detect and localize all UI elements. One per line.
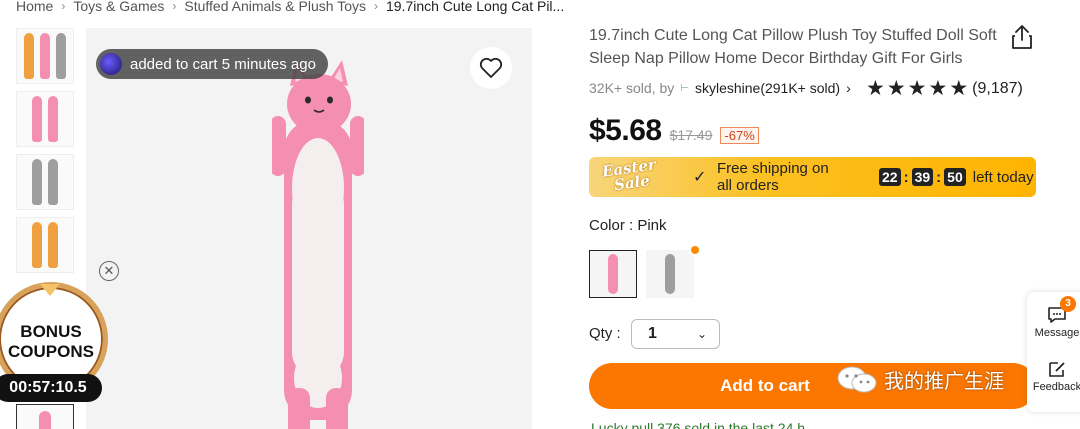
- discount-badge: -67%: [720, 127, 759, 144]
- cat-image: [32, 159, 42, 205]
- pink-cat-pillow-image: [272, 60, 364, 429]
- rating-count: (9,187): [972, 80, 1023, 97]
- chevron-right-icon: ›: [172, 0, 177, 13]
- check-icon: ✓: [693, 169, 707, 186]
- timer-colon: :: [903, 168, 909, 186]
- store-link[interactable]: skyleshine(291K+ sold): [695, 80, 840, 96]
- cat-image: [665, 254, 675, 294]
- share-icon[interactable]: [1010, 24, 1034, 50]
- free-shipping-line-1: Free shipping on: [717, 160, 829, 177]
- cat-image: [48, 96, 58, 142]
- bonus-line-1: BONUS: [20, 322, 82, 341]
- sold-info: 32K+ sold, by ⊢ skyleshine(291K+ sold) ›: [589, 80, 851, 96]
- original-price: $17.49: [669, 127, 713, 143]
- thumbnail-orange[interactable]: [16, 217, 74, 273]
- free-shipping-text: Free shipping on all orders: [717, 160, 847, 194]
- product-page: Home › Toys & Games › Stuffed Animals & …: [0, 0, 1080, 429]
- color-label: Color : Pink: [589, 217, 667, 234]
- qty-label: Qty :: [589, 325, 621, 342]
- qty-value: 1: [648, 325, 657, 342]
- easter-sale-logo: Easter Sale: [601, 157, 659, 194]
- cat-image: [24, 33, 34, 79]
- message-badge: 3: [1060, 296, 1076, 312]
- breadcrumb-current: 19.7inch Cute Long Cat Pil...: [385, 0, 565, 14]
- color-swatch-pink[interactable]: [589, 250, 637, 298]
- star-icon: ★: [886, 77, 906, 100]
- breadcrumb-toys-games[interactable]: Toys & Games: [73, 0, 164, 14]
- star-icon: ★: [949, 77, 969, 100]
- bonus-coupons-widget[interactable]: BONUS COUPONS 00:57:10.5: [0, 282, 110, 402]
- chevron-right-icon: ›: [846, 80, 851, 96]
- edit-icon: [1049, 362, 1065, 377]
- breadcrumb-home[interactable]: Home: [16, 0, 53, 14]
- close-icon[interactable]: ✕: [99, 261, 119, 281]
- promo-countdown: 22 : 39 : 50 left today: [879, 168, 1034, 186]
- avatar: [100, 53, 122, 75]
- cat-image: [608, 254, 618, 294]
- hot-badge-icon: [689, 244, 701, 256]
- star-icon: ★: [907, 77, 927, 100]
- breadcrumb-stuffed-animals[interactable]: Stuffed Animals & Plush Toys: [184, 0, 366, 14]
- price-row: $5.68 $17.49 -67%: [589, 114, 759, 148]
- watermark-text: 我的推广生涯: [884, 371, 1004, 393]
- wechat-logo-icon: [837, 366, 877, 392]
- timer-hours: 22: [879, 168, 901, 186]
- timer-colon: :: [936, 168, 942, 186]
- cat-image: [48, 222, 58, 268]
- wishlist-button[interactable]: [470, 47, 512, 89]
- thumbnail-list: [16, 28, 74, 280]
- thumbnail-pink[interactable]: [16, 91, 74, 147]
- cat-image: [48, 159, 58, 205]
- sold-count: 32K+ sold, by: [589, 80, 675, 96]
- cat-image: [56, 33, 66, 79]
- color-swatch-gray[interactable]: [646, 250, 694, 298]
- cat-image: [40, 33, 50, 79]
- watermark: 我的推广生涯: [836, 365, 1004, 394]
- cat-image: [39, 411, 51, 429]
- easter-sale-line-2: Sale: [612, 171, 651, 195]
- chevron-right-icon: ›: [61, 0, 66, 13]
- current-price: $5.68: [589, 114, 662, 147]
- heart-icon: [479, 57, 503, 78]
- cart-activity-toast: added to cart 5 minutes ago: [96, 49, 328, 79]
- timer-seconds: 50: [944, 168, 966, 186]
- bonus-line-2: COUPONS: [8, 342, 94, 361]
- promo-banner: Easter Sale ✓ Free shipping on all order…: [589, 157, 1036, 197]
- product-title: 19.7inch Cute Long Cat Pillow Plush Toy …: [589, 27, 997, 67]
- message-button[interactable]: 3 Message: [1027, 296, 1080, 339]
- star-icon: ★: [866, 77, 885, 100]
- bonus-coupons-text: BONUS COUPONS: [0, 322, 108, 362]
- chevron-down-icon: ⌄: [696, 327, 707, 341]
- thumbnail-mixed[interactable]: [16, 28, 74, 84]
- feedback-label: Feedback: [1032, 381, 1080, 393]
- arrow-down-icon: [40, 284, 60, 296]
- timer-minutes: 39: [911, 168, 934, 186]
- free-shipping-line-2: all orders: [717, 177, 779, 194]
- rating[interactable]: ★ ★ ★ ★ ★ (9,187): [866, 78, 1023, 100]
- add-to-cart-label: Add to cart: [720, 376, 810, 395]
- main-product-image[interactable]: [86, 28, 532, 429]
- sales-activity-text: Lucky pull 376 sold in the last 24 h: [591, 420, 806, 429]
- qty-select[interactable]: 1 ⌄: [631, 319, 720, 349]
- thumbnail-selected[interactable]: [16, 404, 74, 429]
- star-icon: ★: [928, 77, 948, 100]
- feedback-button[interactable]: Feedback: [1027, 360, 1080, 393]
- cat-image: [32, 222, 42, 268]
- breadcrumb: Home › Toys & Games › Stuffed Animals & …: [16, 0, 564, 14]
- bonus-countdown: 00:57:10.5: [0, 374, 102, 402]
- thumbnail-gray[interactable]: [16, 154, 74, 210]
- store-icon: ⊢: [680, 82, 689, 94]
- timer-left-label: left today: [972, 168, 1034, 186]
- message-label: Message: [1034, 327, 1080, 339]
- chevron-right-icon: ›: [373, 0, 378, 13]
- cat-image: [32, 96, 42, 142]
- floating-side-panel: 3 Message Feedback: [1027, 292, 1080, 412]
- cart-toast-text: added to cart 5 minutes ago: [130, 55, 316, 73]
